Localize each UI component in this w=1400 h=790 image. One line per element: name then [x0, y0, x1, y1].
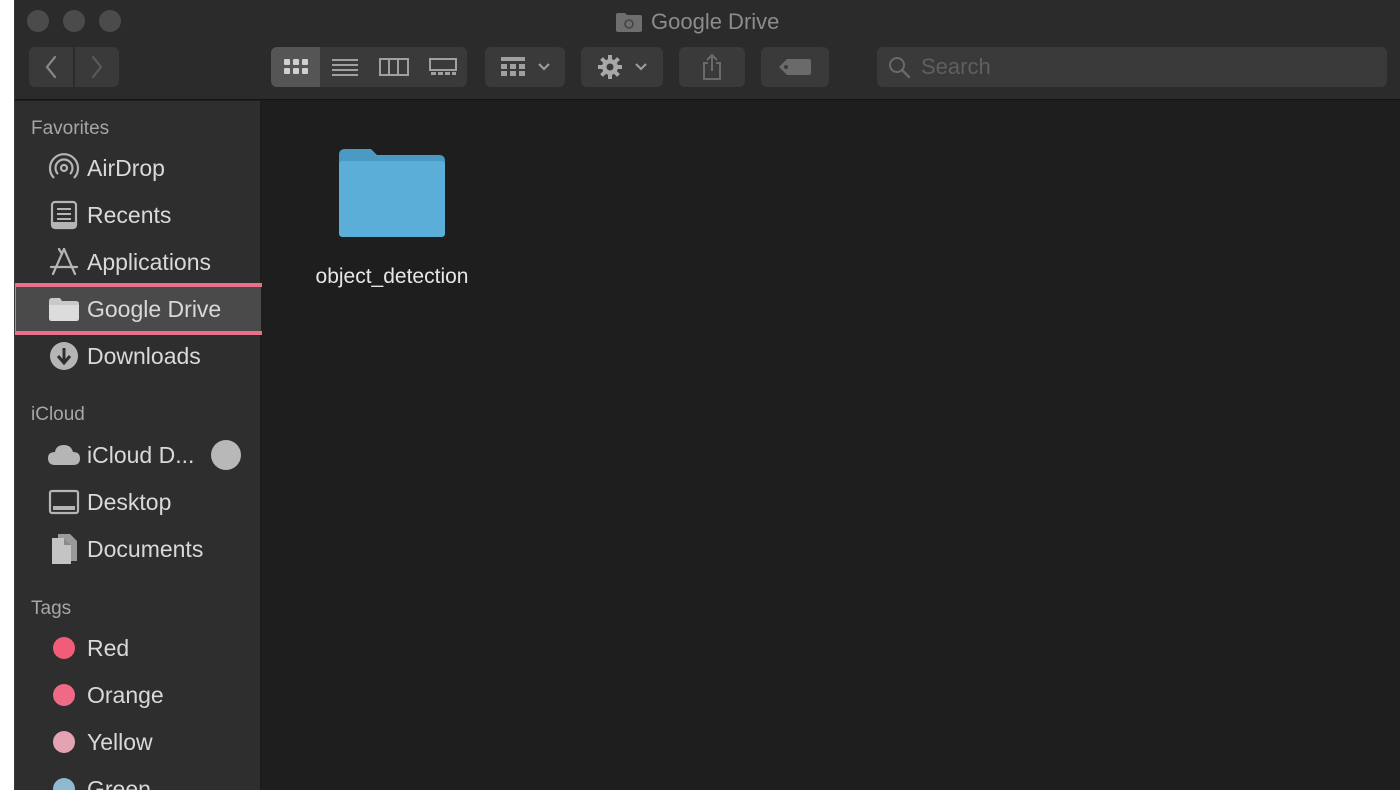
tag-icon [779, 59, 811, 75]
section-title-icloud: iCloud [31, 404, 85, 425]
edit-tags-button[interactable] [761, 47, 829, 87]
search-input[interactable] [921, 54, 1361, 80]
sidebar-item-label: iCloud D... [87, 441, 195, 468]
sidebar-item-applications[interactable]: Applications [15, 240, 261, 284]
window-title-text: Google Drive [651, 9, 780, 34]
close-window-button[interactable] [27, 10, 49, 32]
sidebar-item-label: Green [87, 775, 151, 790]
cloud-icon [47, 438, 81, 472]
documents-icon [47, 532, 81, 566]
chevron-down-icon [538, 63, 550, 71]
tag-color-dot [53, 731, 75, 753]
group-icon [501, 57, 525, 76]
back-button[interactable] [29, 47, 73, 87]
tag-dot-icon [47, 631, 81, 665]
search-icon [889, 57, 911, 79]
list-icon [331, 59, 358, 76]
gear-icon [598, 55, 622, 79]
sidebar-item-desktop[interactable]: Desktop [15, 480, 261, 524]
sidebar: Favorites AirDrop Recents Applications G… [15, 101, 270, 790]
sync-progress-indicator [211, 440, 241, 470]
sidebar-item-documents[interactable]: Documents [15, 527, 261, 571]
folder-icon [339, 149, 445, 237]
chevron-right-icon [91, 55, 103, 79]
search-field[interactable] [877, 47, 1387, 87]
section-title-tags: Tags [31, 598, 72, 619]
airdrop-icon [47, 151, 81, 185]
sidebar-item-label: Recents [87, 201, 172, 228]
tag-dot-icon [47, 678, 81, 712]
tag-color-dot [53, 684, 75, 706]
list-view-button[interactable] [320, 47, 369, 87]
toolbar: Google Drive [15, 0, 1400, 100]
chevron-left-icon [45, 55, 57, 79]
folder-item[interactable]: object_detection [302, 141, 482, 301]
tag-color-dot [53, 637, 75, 659]
forward-button[interactable] [75, 47, 119, 87]
minimize-window-button[interactable] [63, 10, 85, 32]
file-browser-content[interactable]: object_detection [262, 101, 1400, 790]
desktop-icon [47, 485, 81, 519]
action-menu-button[interactable] [581, 47, 663, 87]
tag-dot-icon [47, 772, 81, 790]
downloads-icon [47, 339, 81, 373]
icon-view-button[interactable] [271, 47, 320, 87]
sidebar-item-downloads[interactable]: Downloads [15, 334, 261, 378]
sidebar-item-label: Red [87, 634, 130, 661]
zoom-window-button[interactable] [99, 10, 121, 32]
sidebar-item-label: Desktop [87, 488, 172, 515]
section-title-favorites: Favorites [31, 118, 110, 139]
sidebar-item-google-drive[interactable]: Google Drive [15, 283, 270, 335]
tag-color-dot [53, 778, 75, 790]
columns-icon [378, 58, 409, 76]
sidebar-item-airdrop[interactable]: AirDrop [15, 146, 261, 190]
sidebar-item-label: AirDrop [87, 154, 165, 181]
folder-name: object_detection [315, 265, 469, 288]
recents-icon [47, 198, 81, 232]
sidebar-item-tag-green[interactable]: Green [15, 767, 261, 790]
share-icon [703, 53, 721, 80]
group-by-button[interactable] [485, 47, 565, 87]
applications-icon [47, 245, 81, 279]
sidebar-item-label: Documents [87, 535, 204, 562]
tag-dot-icon [47, 725, 81, 759]
column-view-button[interactable] [369, 47, 418, 87]
sidebar-item-label: Applications [87, 248, 212, 275]
share-button[interactable] [679, 47, 745, 87]
sidebar-item-tag-orange[interactable]: Orange [15, 673, 261, 717]
sidebar-item-label: Google Drive [87, 295, 222, 322]
sidebar-item-tag-yellow[interactable]: Yellow [15, 720, 261, 764]
sidebar-item-recents[interactable]: Recents [15, 193, 261, 237]
chevron-down-icon [635, 63, 647, 71]
sidebar-item-tag-red[interactable]: Red [15, 626, 261, 670]
gallery-icon [428, 58, 457, 75]
folder-icon [47, 292, 81, 326]
sidebar-item-label: Downloads [87, 342, 201, 369]
sidebar-item-icloud-drive[interactable]: iCloud D... [15, 433, 261, 477]
view-mode-selector [271, 47, 467, 87]
finder-window: Google Drive Search Favorites AirDrop Re… [14, 0, 1400, 790]
sidebar-item-label: Yellow [87, 728, 153, 755]
folder-icon [616, 13, 642, 32]
window-title: Google Drive [615, 9, 779, 35]
grid-icon [283, 59, 308, 74]
gallery-view-button[interactable] [418, 47, 467, 87]
sidebar-item-label: Orange [87, 681, 164, 708]
